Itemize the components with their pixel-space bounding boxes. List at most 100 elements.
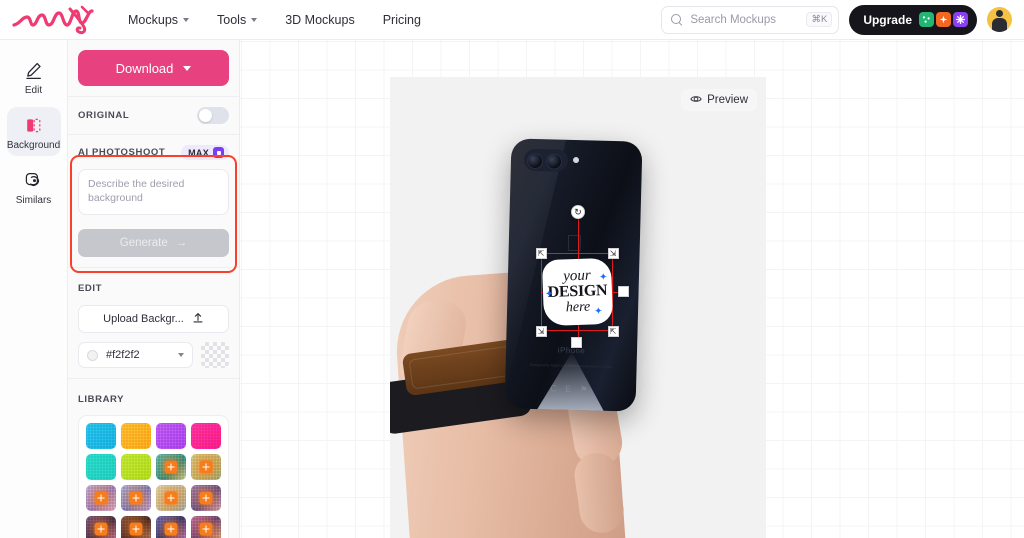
upgrade-icons [919,12,968,27]
plus-icon[interactable] [164,460,178,474]
rotate-stem [577,219,579,254]
mockup-photo:  iPhone Designed by Apple in California… [390,77,766,538]
swatch-texture [156,423,186,449]
phone-camera-icon [523,148,569,172]
upload-background-button[interactable]: Upload Backgr... [78,305,229,333]
plus-icon[interactable] [199,491,213,505]
nav-item-mockups[interactable]: Mockups [128,13,190,27]
nav-label: 3D Mockups [285,12,355,27]
upgrade-label: Upgrade [863,12,912,27]
download-button[interactable]: Download [78,50,229,86]
mockup-artboard[interactable]: Preview  iPhone Designed by App [390,77,766,538]
rail-item-similars[interactable]: Similars [7,162,61,211]
library-swatch[interactable] [121,485,151,511]
original-block: ORIGINAL [68,97,239,135]
chevron-down-icon [183,65,192,71]
resize-handle-bottom[interactable] [571,337,582,348]
rail-label: Edit [24,85,43,96]
design-selection-layer[interactable]: ↻ ✦ ✦ ✦ your DESIGN here ⇱ ⇲ ⇲ ⇱ [533,205,629,348]
crown-icon [213,147,224,158]
sparkle-purple-icon [953,12,968,27]
similars-icon [23,169,45,191]
nav-item-tools[interactable]: Tools [217,12,258,27]
sparkle-icon: ✦ [598,271,608,284]
design-sticker[interactable]: ✦ ✦ ✦ your DESIGN here [543,259,612,325]
swatch-texture [121,454,151,480]
library-swatch[interactable] [121,423,151,449]
sparkle-orange-icon [936,12,951,27]
search-box[interactable]: ⌘K [661,5,840,34]
resize-handle-right[interactable] [618,286,629,297]
transparent-background-swatch[interactable] [201,342,229,368]
plus-icon[interactable] [164,491,178,505]
library-swatch[interactable] [191,485,221,511]
chevron-down-icon [251,17,258,22]
original-label: ORIGINAL [78,110,130,121]
library-swatch[interactable] [86,516,116,538]
nav-item-pricing[interactable]: Pricing [383,13,421,27]
chevron-down-icon [183,17,190,22]
upgrade-button[interactable]: Upgrade [849,4,977,35]
library-swatch[interactable] [191,454,221,480]
editor-canvas[interactable]: Preview  iPhone Designed by App [240,40,1024,538]
library-swatch[interactable] [191,516,221,538]
max-badge: MAX [181,145,229,160]
plus-icon[interactable] [199,460,213,474]
plus-icon[interactable] [94,491,108,505]
upload-label: Upload Backgr... [103,313,184,325]
edit-title: EDIT [78,283,103,294]
edit-block: EDIT Upload Backgr... #f2f2f2 [68,268,239,379]
resize-handle-bottom-left[interactable]: ⇲ [535,325,547,337]
resize-handle-top-left[interactable]: ⇱ [535,247,547,259]
nav-label: Tools [217,12,247,27]
plus-icon[interactable] [164,522,178,536]
swatch-texture [191,423,221,449]
swatch-texture [121,423,151,449]
eye-icon [690,93,702,108]
ai-photoshoot-block: AI PHOTOSHOOT MAX Generate → [68,135,239,268]
library-swatch[interactable] [156,423,186,449]
download-block: Download [68,40,239,97]
preview-button[interactable]: Preview [681,89,757,111]
nav-label: Pricing [382,12,421,27]
generate-button[interactable]: Generate → [78,229,229,257]
color-row: #f2f2f2 [78,342,229,368]
library-swatch[interactable] [156,454,186,480]
rotate-handle[interactable]: ↻ [571,205,585,219]
library-swatch[interactable] [121,516,151,538]
library-swatch[interactable] [191,423,221,449]
library-swatch[interactable] [86,423,116,449]
library-block: LIBRARY [68,379,239,538]
sparkle-icon: ✦ [544,288,554,301]
library-swatch[interactable] [156,485,186,511]
resize-handle-bottom-right[interactable]: ⇱ [607,325,619,337]
app-root: Mockups Tools 3D Mockups Pricing ⌘K Upgr… [0,0,1024,538]
nav-item-3d-mockups[interactable]: 3D Mockups [285,13,354,27]
search-input[interactable] [690,13,801,26]
avatar[interactable] [987,7,1012,32]
library-swatch[interactable] [86,485,116,511]
finger-graphic [571,450,627,536]
max-badge-label: MAX [188,147,209,158]
plus-icon[interactable] [94,522,108,536]
original-toggle[interactable] [197,107,229,124]
resize-handle-top-right[interactable]: ⇲ [607,247,619,259]
header-actions: ⌘K Upgrade [661,4,1024,35]
plus-icon[interactable] [199,522,213,536]
rail-item-edit[interactable]: Edit [7,52,61,101]
mockey-logo[interactable] [10,3,106,37]
ai-prompt-input[interactable] [78,169,229,215]
pencil-icon [23,59,45,81]
library-swatch[interactable] [86,454,116,480]
library-grid [86,423,221,538]
plus-icon[interactable] [129,491,143,505]
background-color-picker[interactable]: #f2f2f2 [78,342,193,368]
phone-reflection [530,351,612,412]
library-swatch[interactable] [121,454,151,480]
generate-label: Generate [119,237,168,249]
ai-photoshoot-title: AI PHOTOSHOOT [78,147,166,158]
rail-item-background[interactable]: Background [6,107,61,156]
plus-icon[interactable] [129,522,143,536]
library-swatch[interactable] [156,516,186,538]
search-icon [671,13,683,26]
